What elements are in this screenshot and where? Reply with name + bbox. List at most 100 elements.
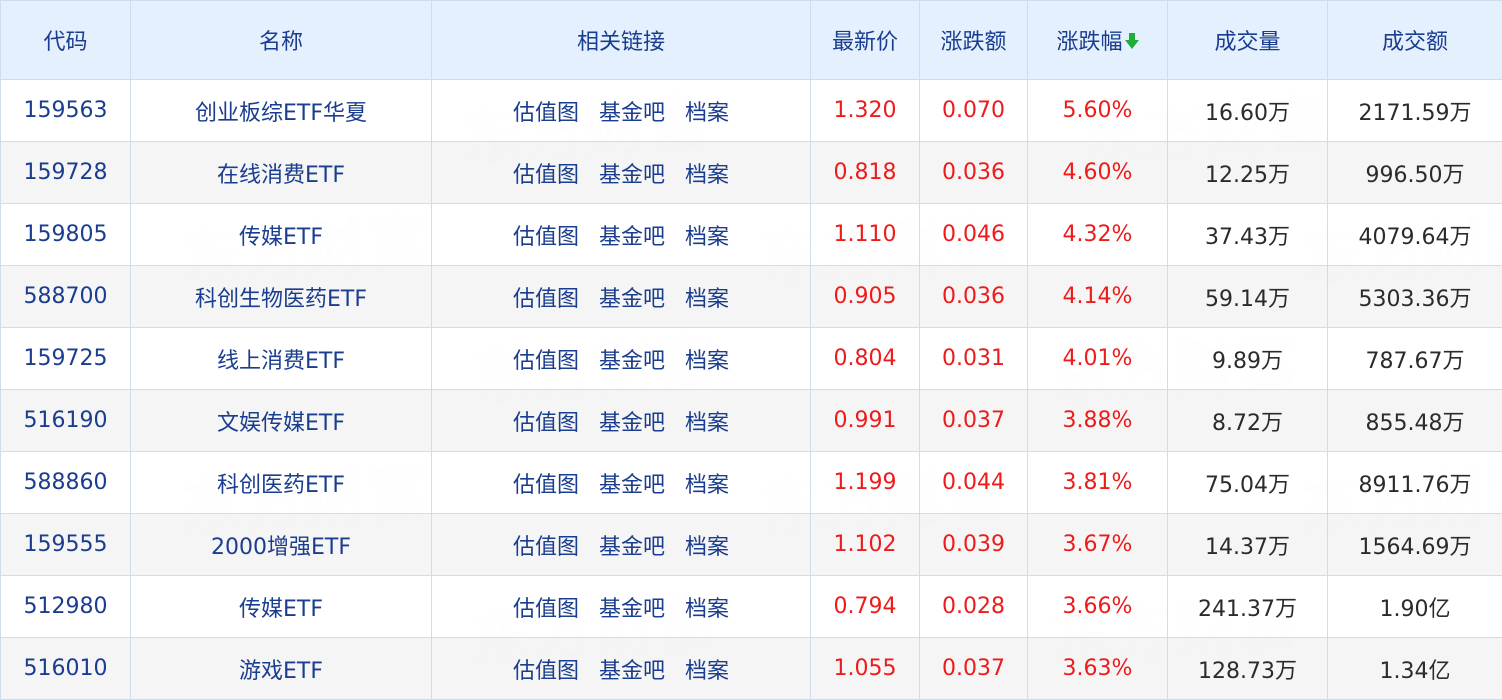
fund-code-link[interactable]: 516190 [1, 390, 131, 452]
volume: 241.37万 [1168, 576, 1328, 638]
turnover-amount: 1564.69万 [1328, 514, 1502, 576]
turnover-amount: 8911.76万 [1328, 452, 1502, 514]
fund-name-link[interactable]: 创业板综ETF华夏 [131, 80, 432, 142]
table-row: 159728在线消费ETF估值图基金吧档案0.8180.0364.60%12.2… [1, 142, 1502, 204]
header-change[interactable]: 涨跌额 [920, 1, 1028, 80]
valuation-chart-link[interactable]: 估值图 [513, 473, 579, 498]
volume: 37.43万 [1168, 204, 1328, 266]
fund-name-link[interactable]: 2000增强ETF [131, 514, 432, 576]
table-row: 159563创业板综ETF华夏估值图基金吧档案1.3200.0705.60%16… [1, 80, 1502, 142]
valuation-chart-link[interactable]: 估值图 [513, 163, 579, 188]
price-change: 0.044 [920, 452, 1028, 514]
latest-price: 1.320 [811, 80, 920, 142]
valuation-chart-link[interactable]: 估值图 [513, 535, 579, 560]
fund-forum-link[interactable]: 基金吧 [599, 163, 665, 188]
fund-forum-link[interactable]: 基金吧 [599, 411, 665, 436]
price-change-pct: 3.67% [1028, 514, 1168, 576]
header-amount[interactable]: 成交额 [1328, 1, 1502, 80]
fund-profile-link[interactable]: 档案 [685, 225, 729, 250]
etf-table: 代码 名称 相关链接 最新价 涨跌额 涨跌幅 成交量 成交额 159563创业板… [0, 0, 1502, 700]
fund-name-link[interactable]: 在线消费ETF [131, 142, 432, 204]
valuation-chart-link[interactable]: 估值图 [513, 597, 579, 622]
fund-forum-link[interactable]: 基金吧 [599, 101, 665, 126]
valuation-chart-link[interactable]: 估值图 [513, 411, 579, 436]
fund-profile-link[interactable]: 档案 [685, 349, 729, 374]
table-row: 512980传媒ETF估值图基金吧档案0.7940.0283.66%241.37… [1, 576, 1502, 638]
fund-profile-link[interactable]: 档案 [685, 535, 729, 560]
table-row: 588700科创生物医药ETF估值图基金吧档案0.9050.0364.14%59… [1, 266, 1502, 328]
related-links: 估值图基金吧档案 [432, 452, 811, 514]
price-change: 0.028 [920, 576, 1028, 638]
fund-code-link[interactable]: 159555 [1, 514, 131, 576]
fund-forum-link[interactable]: 基金吧 [599, 659, 665, 684]
latest-price: 1.102 [811, 514, 920, 576]
turnover-amount: 787.67万 [1328, 328, 1502, 390]
volume: 12.25万 [1168, 142, 1328, 204]
related-links: 估值图基金吧档案 [432, 80, 811, 142]
price-change: 0.070 [920, 80, 1028, 142]
fund-code-link[interactable]: 159805 [1, 204, 131, 266]
valuation-chart-link[interactable]: 估值图 [513, 225, 579, 250]
fund-code-link[interactable]: 159563 [1, 80, 131, 142]
price-change-pct: 3.88% [1028, 390, 1168, 452]
price-change: 0.037 [920, 638, 1028, 700]
fund-profile-link[interactable]: 档案 [685, 659, 729, 684]
fund-name-link[interactable]: 线上消费ETF [131, 328, 432, 390]
fund-forum-link[interactable]: 基金吧 [599, 225, 665, 250]
valuation-chart-link[interactable]: 估值图 [513, 101, 579, 126]
fund-code-link[interactable]: 588700 [1, 266, 131, 328]
fund-profile-link[interactable]: 档案 [685, 287, 729, 312]
volume: 14.37万 [1168, 514, 1328, 576]
turnover-amount: 2171.59万 [1328, 80, 1502, 142]
arrow-down-icon[interactable] [1125, 33, 1139, 49]
fund-profile-link[interactable]: 档案 [685, 473, 729, 498]
price-change: 0.036 [920, 142, 1028, 204]
fund-name-link[interactable]: 传媒ETF [131, 576, 432, 638]
fund-forum-link[interactable]: 基金吧 [599, 535, 665, 560]
header-price[interactable]: 最新价 [811, 1, 920, 80]
table-header: 代码 名称 相关链接 最新价 涨跌额 涨跌幅 成交量 成交额 [1, 1, 1502, 80]
fund-forum-link[interactable]: 基金吧 [599, 473, 665, 498]
latest-price: 1.055 [811, 638, 920, 700]
valuation-chart-link[interactable]: 估值图 [513, 659, 579, 684]
turnover-amount: 5303.36万 [1328, 266, 1502, 328]
fund-code-link[interactable]: 159725 [1, 328, 131, 390]
fund-code-link[interactable]: 516010 [1, 638, 131, 700]
fund-name-link[interactable]: 科创生物医药ETF [131, 266, 432, 328]
header-code[interactable]: 代码 [1, 1, 131, 80]
header-volume[interactable]: 成交量 [1168, 1, 1328, 80]
header-links: 相关链接 [432, 1, 811, 80]
header-name[interactable]: 名称 [131, 1, 432, 80]
price-change: 0.031 [920, 328, 1028, 390]
fund-profile-link[interactable]: 档案 [685, 163, 729, 188]
price-change-pct: 4.60% [1028, 142, 1168, 204]
latest-price: 0.794 [811, 576, 920, 638]
fund-name-link[interactable]: 科创医药ETF [131, 452, 432, 514]
related-links: 估值图基金吧档案 [432, 638, 811, 700]
fund-name-link[interactable]: 传媒ETF [131, 204, 432, 266]
related-links: 估值图基金吧档案 [432, 514, 811, 576]
table-row: 159725线上消费ETF估值图基金吧档案0.8040.0314.01%9.89… [1, 328, 1502, 390]
fund-code-link[interactable]: 159728 [1, 142, 131, 204]
header-change-pct-label: 涨跌幅 [1056, 30, 1122, 55]
related-links: 估值图基金吧档案 [432, 204, 811, 266]
latest-price: 1.110 [811, 204, 920, 266]
related-links: 估值图基金吧档案 [432, 266, 811, 328]
fund-profile-link[interactable]: 档案 [685, 597, 729, 622]
fund-code-link[interactable]: 512980 [1, 576, 131, 638]
fund-code-link[interactable]: 588860 [1, 452, 131, 514]
table-row: 1595552000增强ETF估值图基金吧档案1.1020.0393.67%14… [1, 514, 1502, 576]
valuation-chart-link[interactable]: 估值图 [513, 287, 579, 312]
volume: 8.72万 [1168, 390, 1328, 452]
fund-forum-link[interactable]: 基金吧 [599, 349, 665, 374]
valuation-chart-link[interactable]: 估值图 [513, 349, 579, 374]
related-links: 估值图基金吧档案 [432, 142, 811, 204]
fund-forum-link[interactable]: 基金吧 [599, 597, 665, 622]
header-change-pct[interactable]: 涨跌幅 [1028, 1, 1168, 80]
fund-name-link[interactable]: 游戏ETF [131, 638, 432, 700]
fund-profile-link[interactable]: 档案 [685, 101, 729, 126]
fund-forum-link[interactable]: 基金吧 [599, 287, 665, 312]
price-change: 0.036 [920, 266, 1028, 328]
fund-profile-link[interactable]: 档案 [685, 411, 729, 436]
fund-name-link[interactable]: 文娱传媒ETF [131, 390, 432, 452]
